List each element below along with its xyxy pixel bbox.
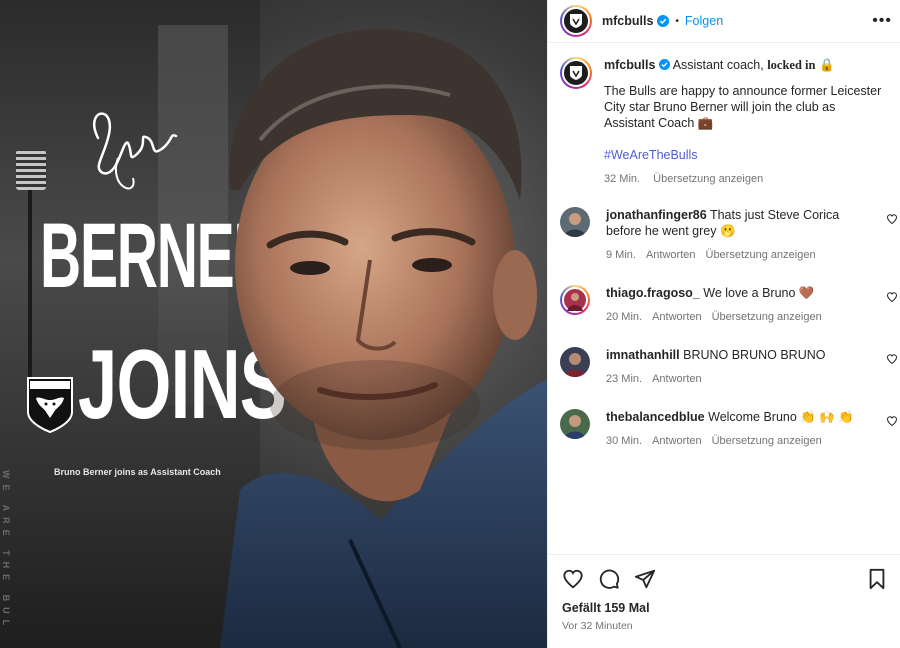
caption-translate-link[interactable]: Übersetzung anzeigen: [653, 173, 763, 185]
comment-time: 30 Min.: [606, 435, 643, 447]
comment-text: BRUNO BRUNO BRUNO: [683, 348, 826, 362]
hashtag-link[interactable]: #WeAreTheBulls: [604, 147, 888, 163]
verified-badge-icon: [658, 59, 670, 70]
comment-item: thebalancedblue Welcome Bruno 👏 🙌 👏 30 M…: [548, 409, 900, 449]
comment-username[interactable]: thebalancedblue: [606, 410, 705, 424]
comment-item: imnathanhill BRUNO BRUNO BRUNO 23 Min. An…: [548, 347, 900, 387]
reply-button[interactable]: Antworten: [652, 373, 702, 385]
translate-link[interactable]: Übersetzung anzeigen: [706, 249, 816, 261]
likes-count[interactable]: Gefällt 159 Mal: [548, 591, 900, 615]
comment-text: We love a Bruno 🤎: [703, 286, 815, 300]
image-tagline: Bruno Berner joins as Assistant Coach: [54, 467, 221, 477]
post-header: mfcbulls • Folgen •••: [548, 0, 900, 43]
comment-username[interactable]: imnathanhill: [606, 348, 680, 362]
verified-badge-icon: [657, 15, 670, 27]
heart-icon[interactable]: [886, 415, 898, 427]
caption-headline: Assistant coach,: [672, 58, 768, 72]
comment-time: 23 Min.: [606, 373, 643, 385]
floodlight-pole: [28, 190, 32, 390]
follow-button[interactable]: Folgen: [685, 14, 723, 28]
caption-headline-bold: locked in: [767, 58, 816, 72]
instagram-post-view: BERNER JOINS Bruno Berner joins as Assis…: [0, 0, 900, 648]
floodlight-icon: [16, 150, 46, 190]
translate-link[interactable]: Übersetzung anzeigen: [712, 311, 822, 323]
caption-username[interactable]: mfcbulls: [604, 58, 655, 72]
post-sidebar: mfcbulls • Folgen ••• mfcbulls Assistant…: [547, 0, 900, 648]
post-timestamp: Vor 32 Minuten: [562, 620, 633, 632]
club-logo-icon: [570, 66, 582, 80]
like-heart-icon[interactable]: [562, 568, 584, 590]
translate-link[interactable]: Übersetzung anzeigen: [712, 435, 822, 447]
heart-icon[interactable]: [886, 353, 898, 365]
signature-graphic: [92, 112, 178, 190]
comment-avatar[interactable]: [560, 347, 590, 377]
club-badge-icon: [27, 377, 73, 434]
reply-button[interactable]: Antworten: [652, 435, 702, 447]
coach-portrait: [220, 28, 547, 648]
avatar[interactable]: [560, 5, 592, 37]
separator-dot: •: [675, 15, 679, 27]
post-image[interactable]: BERNER JOINS Bruno Berner joins as Assis…: [0, 0, 547, 648]
comment-item: thiago.fragoso_ We love a Bruno 🤎 20 Min…: [548, 285, 900, 325]
comment-avatar[interactable]: [560, 409, 590, 439]
action-bar: [548, 555, 900, 591]
caption-avatar[interactable]: [560, 57, 592, 89]
more-options-icon[interactable]: •••: [872, 12, 892, 30]
comment-username[interactable]: jonathanfinger86: [606, 208, 707, 222]
comment-item: jonathanfinger86 Thats just Steve Corica…: [548, 207, 900, 263]
comment-text: Welcome Bruno 👏 🙌 👏: [708, 410, 854, 424]
reply-button[interactable]: Antworten: [652, 311, 702, 323]
club-logo-icon: [570, 14, 582, 28]
post-actions-footer: Gefällt 159 Mal Vor 32 Minuten: [548, 554, 900, 648]
comment-time: 9 Min.: [606, 249, 636, 261]
lock-emoji: 🔒: [818, 58, 835, 72]
reply-button[interactable]: Antworten: [646, 249, 696, 261]
heart-icon[interactable]: [886, 291, 898, 303]
comment-username[interactable]: thiago.fragoso_: [606, 286, 700, 300]
comment-time: 20 Min.: [606, 311, 643, 323]
header-username[interactable]: mfcbulls: [602, 14, 653, 28]
comment-avatar[interactable]: [560, 285, 590, 315]
share-icon[interactable]: [634, 568, 656, 590]
heart-icon[interactable]: [886, 213, 898, 225]
vertical-slogan: WE ARE THE BUL: [1, 470, 11, 632]
caption-text: The Bulls are happy to announce former L…: [604, 84, 882, 130]
post-caption: mfcbulls Assistant coach, locked in 🔒 Th…: [548, 43, 900, 187]
bookmark-icon[interactable]: [867, 568, 887, 590]
caption-time[interactable]: 32 Min.: [604, 173, 640, 185]
comment-avatar[interactable]: [560, 207, 590, 237]
comments-list: jonathanfinger86 Thats just Steve Corica…: [548, 207, 900, 449]
comment-icon[interactable]: [598, 568, 620, 590]
